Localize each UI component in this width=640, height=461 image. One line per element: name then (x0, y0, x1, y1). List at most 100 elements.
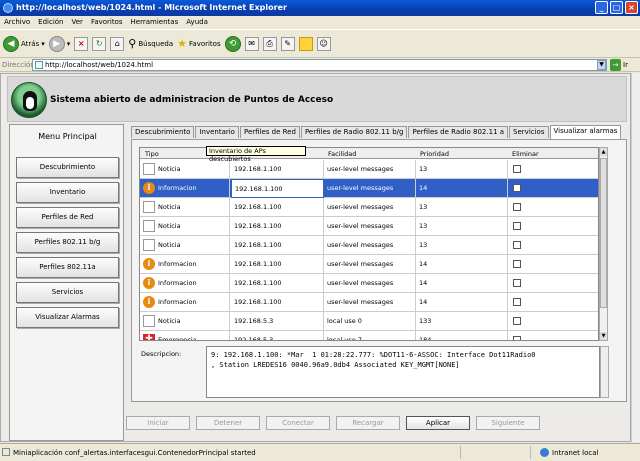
menu-ayuda[interactable]: Ayuda (182, 16, 212, 28)
column-tipo[interactable]: Tipo (145, 150, 159, 158)
eliminar-checkbox[interactable] (513, 336, 521, 340)
table-row[interactable]: i Informacion 192.168.1.100 user-level mess… (140, 255, 598, 274)
cell-ip: 192.168.1.100 (231, 198, 324, 217)
messenger-icon[interactable]: ☺ (316, 36, 331, 51)
chevron-down-icon: ▾ (41, 39, 45, 48)
maximize-button[interactable]: □ (610, 1, 623, 14)
scroll-thumb[interactable] (600, 158, 607, 308)
cell-tipo: i Informacion (140, 274, 230, 293)
mail-icon[interactable]: ✉ (244, 36, 259, 51)
minimize-button[interactable]: _ (595, 1, 608, 14)
cell-facilidad: user-level messages (324, 293, 416, 312)
search-button[interactable]: ⚲ Búsqueda (128, 37, 173, 50)
back-label: Atrás (21, 39, 40, 48)
nav-perfiles-80211bg-button[interactable]: Perfiles 802.11 b/g (16, 232, 119, 253)
eliminar-checkbox[interactable] (513, 317, 521, 325)
eliminar-checkbox[interactable] (513, 298, 521, 306)
forward-button[interactable]: ▶ ▾ (48, 35, 70, 52)
siguiente-button[interactable]: Siguiente (476, 416, 540, 430)
eliminar-checkbox[interactable] (513, 184, 521, 192)
cell-tipo-label: Emergencia (158, 336, 197, 341)
eliminar-checkbox[interactable] (513, 260, 521, 268)
tab-perfiles-red[interactable]: Perfiles de Red (239, 126, 300, 138)
table-row[interactable]: Noticia 192.168.1.100 user-level messages 1… (140, 198, 598, 217)
document-icon (143, 239, 155, 251)
eliminar-checkbox[interactable] (513, 241, 521, 249)
table-row[interactable]: i Informacion 192.168.1.100 user-level mess… (140, 179, 598, 198)
favorites-button[interactable]: ★ Favoritos (177, 37, 220, 50)
menu-herramientas[interactable]: Herramientas (127, 16, 183, 28)
aplicar-button[interactable]: Aplicar (406, 416, 470, 430)
tab-inventario[interactable]: Inventario (195, 126, 239, 138)
refresh-icon[interactable]: ↻ (92, 36, 107, 51)
nav-descubrimiento-button[interactable]: Descubrimiento (16, 157, 119, 178)
column-eliminar[interactable]: Eliminar (512, 150, 539, 158)
forward-arrow-icon: ▶ (48, 35, 65, 52)
menu-archivo[interactable]: Archivo (0, 16, 34, 28)
tab-perfiles-radio-bg[interactable]: Perfiles de Radio 802.11 b/g (300, 126, 408, 138)
page-scrollbar[interactable] (631, 73, 640, 442)
cell-facilidad: user-level messages (324, 274, 416, 293)
table-scrollbar[interactable]: ▲ ▼ (599, 147, 608, 341)
table-row[interactable]: i Informacion 192.168.1.100 user-level mess… (140, 293, 598, 312)
nav-perfiles-80211a-button[interactable]: Perfiles 802.11a (16, 257, 119, 278)
print-icon[interactable]: ⎙ (262, 36, 277, 51)
eliminar-checkbox[interactable] (513, 279, 521, 287)
column-facilidad[interactable]: Facilidad (328, 150, 356, 158)
eliminar-checkbox[interactable] (513, 165, 521, 173)
home-icon[interactable]: ⌂ (110, 36, 125, 51)
table-row[interactable]: ✚ Emergencia 192.168.5.3 local use 7 184 (140, 331, 598, 341)
history-icon[interactable]: ⟲ (224, 35, 241, 52)
nav-visualizar-alarmas-button[interactable]: Visualizar Alarmas (16, 307, 119, 328)
cell-ip: 192.168.1.100 (231, 236, 324, 255)
info-icon: i (143, 182, 155, 194)
scroll-up-icon[interactable]: ▲ (600, 148, 607, 156)
tab-visualizar-alarmas[interactable]: Visualizar alarmas (549, 125, 622, 139)
table-row[interactable]: Noticia 192.168.1.100 user-level messages 1… (140, 217, 598, 236)
globe-icon (540, 448, 549, 457)
cell-facilidad: local use 7 (324, 331, 416, 340)
status-bar: Miniaplicación conf_alertas.interfacesgu… (0, 443, 640, 461)
folder-icon[interactable] (298, 36, 313, 51)
go-button-label[interactable]: Ir (623, 61, 628, 69)
table-row[interactable]: Noticia 192.168.5.3 local use 0 133 (140, 312, 598, 331)
page-icon (2, 448, 10, 456)
iniciar-button[interactable]: Iniciar (126, 416, 190, 430)
address-dropdown-icon[interactable]: ▼ (597, 60, 606, 70)
address-input[interactable]: http://localhost/web/1024.html (32, 59, 607, 71)
recargar-button[interactable]: Recargar (336, 416, 400, 430)
menu-ver[interactable]: Ver (68, 16, 87, 28)
cell-prioridad: 13 (416, 198, 508, 217)
close-button[interactable]: × (625, 1, 638, 14)
edit-icon[interactable]: ✎ (280, 36, 295, 51)
browser-toolbar: ◀ Atrás ▾ ▶ ▾ × ↻ ⌂ ⚲ Búsqueda ★ Favorit… (0, 30, 640, 58)
table-row[interactable]: Noticia 192.168.1.100 user-level messages 1… (140, 236, 598, 255)
table-row[interactable]: i Informacion 192.168.1.100 user-level mess… (140, 274, 598, 293)
go-arrow-icon[interactable]: → (610, 59, 621, 71)
nav-servicios-button[interactable]: Servicios (16, 282, 119, 303)
description-label: Descripcion: (141, 350, 182, 358)
cell-tipo-label: Noticia (158, 241, 181, 249)
tab-perfiles-radio-a[interactable]: Perfiles de Radio 802.11 a (408, 126, 509, 138)
nav-perfiles-red-button[interactable]: Perfiles de Red (16, 207, 119, 228)
stop-icon[interactable]: × (74, 36, 89, 51)
cell-prioridad: 14 (416, 255, 508, 274)
window-title: http://localhost/web/1024.html - Microso… (16, 3, 287, 12)
detener-button[interactable]: Detener (196, 416, 260, 430)
menu-edicion[interactable]: Edición (34, 16, 67, 28)
conectar-button[interactable]: Conectar (266, 416, 330, 430)
zone-text: Intranet local (552, 449, 599, 457)
eliminar-checkbox[interactable] (513, 203, 521, 211)
tab-descubrimiento[interactable]: Descubrimiento (131, 126, 195, 138)
column-prioridad[interactable]: Prioridad (420, 150, 449, 158)
cell-facilidad: local use 0 (324, 312, 416, 331)
tab-servicios[interactable]: Servicios (509, 126, 549, 138)
description-text[interactable]: 9: 192.168.1.100: *Mar 1 01:28:22.777: %… (206, 346, 600, 398)
menu-favoritos[interactable]: Favoritos (87, 16, 127, 28)
penguin-logo (11, 82, 47, 118)
eliminar-checkbox[interactable] (513, 222, 521, 230)
nav-inventario-button[interactable]: Inventario (16, 182, 119, 203)
scroll-down-icon[interactable]: ▼ (600, 332, 607, 340)
back-button[interactable]: ◀ Atrás ▾ (3, 35, 45, 52)
description-scrollbar[interactable] (600, 346, 609, 398)
